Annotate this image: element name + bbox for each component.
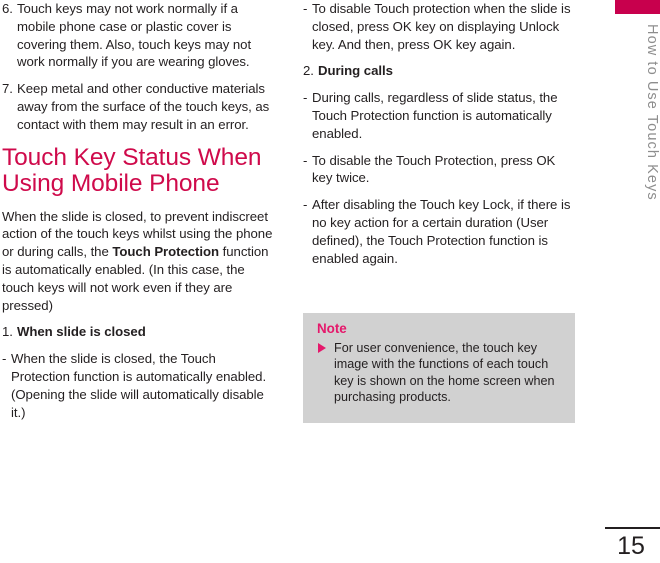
- footer-rule: [605, 527, 660, 529]
- note-title: Note: [317, 321, 347, 336]
- intro-paragraph: When the slide is closed, to prevent ind…: [2, 208, 274, 315]
- list-item-text: To disable the Touch Protection, press O…: [312, 152, 556, 186]
- list-item: - To disable Touch protection when the s…: [303, 0, 575, 53]
- step-1-heading: 1. When slide is closed: [2, 323, 274, 341]
- step-1-marker: 1.: [2, 324, 13, 340]
- step-2-heading: 2. During calls: [303, 62, 575, 80]
- step-2-marker: 2.: [303, 63, 314, 79]
- step-2-label: During calls: [318, 63, 393, 79]
- list-item-text: To disable Touch protection when the sli…: [312, 1, 571, 52]
- step-1-label: When slide is closed: [17, 324, 146, 340]
- list-item: - After disabling the Touch key Lock, if…: [303, 196, 575, 267]
- list-item: - When the slide is closed, the Touch Pr…: [2, 350, 274, 421]
- list-item-text: During calls, regardless of slide status…: [312, 90, 558, 141]
- list-item-marker: 7.: [2, 81, 13, 97]
- intro-bold-term: Touch Protection: [112, 244, 220, 260]
- right-text-column: - To disable Touch protection when the s…: [303, 0, 575, 267]
- list-item: 7. Keep metal and other conductive mater…: [2, 80, 274, 133]
- note-item-text: For user convenience, the touch key imag…: [334, 341, 555, 404]
- list-item-text: After disabling the Touch key Lock, if t…: [312, 197, 571, 266]
- list-item: - To disable the Touch Protection, press…: [303, 152, 575, 188]
- dash-marker: -: [303, 197, 308, 213]
- list-item: - During calls, regardless of slide stat…: [303, 89, 575, 142]
- chapter-tab-label: How to Use Touch Keys: [644, 24, 660, 201]
- page-number: 15: [617, 532, 645, 560]
- chapter-tab-strip: How to Use Touch Keys: [615, 0, 660, 563]
- note-item: For user convenience, the touch key imag…: [317, 340, 563, 405]
- triangle-right-icon: [318, 343, 326, 353]
- dash-marker: -: [303, 1, 308, 16]
- list-item-text: Touch keys may not work normally if a mo…: [17, 1, 252, 70]
- list-item-text: When the slide is closed, the Touch Prot…: [11, 351, 267, 420]
- section-heading: Touch Key Status When Using Mobile Phone: [2, 143, 262, 197]
- list-item-marker: 6.: [2, 1, 13, 16]
- dash-marker: -: [303, 152, 308, 168]
- list-item: 6. Touch keys may not work normally if a…: [2, 0, 274, 71]
- note-box: Note For user convenience, the touch key…: [303, 313, 575, 423]
- chapter-tab-swatch: [615, 0, 660, 14]
- left-text-column: 6. Touch keys may not work normally if a…: [2, 0, 274, 421]
- list-item-text: Keep metal and other conductive material…: [17, 81, 270, 132]
- manual-page: 6. Touch keys may not work normally if a…: [0, 0, 660, 563]
- dash-marker: -: [303, 90, 308, 106]
- dash-marker: -: [2, 351, 7, 367]
